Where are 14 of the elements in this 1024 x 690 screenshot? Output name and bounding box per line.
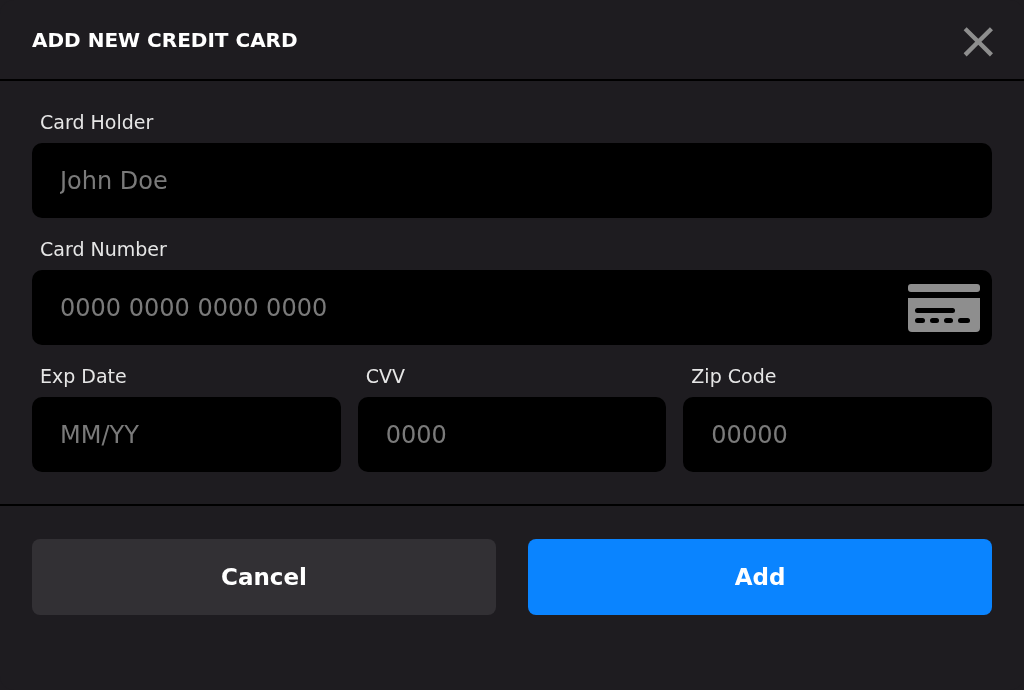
field-label: CVV bbox=[364, 365, 406, 387]
add-button[interactable]: Add bbox=[528, 539, 992, 615]
field-label: Exp Date bbox=[39, 365, 128, 387]
close-button[interactable]: × bbox=[952, 19, 1004, 60]
cancel-button[interactable]: Cancel bbox=[32, 539, 496, 615]
input-field[interactable]: MM/YY bbox=[32, 397, 341, 472]
dialog-title: ADD NEW CREDIT CARD bbox=[32, 27, 298, 52]
input-field[interactable]: 0000 bbox=[357, 397, 667, 472]
field-label: Zip Code bbox=[690, 365, 778, 387]
input-field[interactable]: 00000 bbox=[683, 397, 992, 472]
input-field[interactable]: 0000 0000 0000 0000 bbox=[32, 270, 992, 345]
field-label: Card Holder bbox=[39, 111, 155, 133]
field-label: Card Number bbox=[39, 238, 168, 260]
credit-card-icon bbox=[908, 284, 980, 332]
